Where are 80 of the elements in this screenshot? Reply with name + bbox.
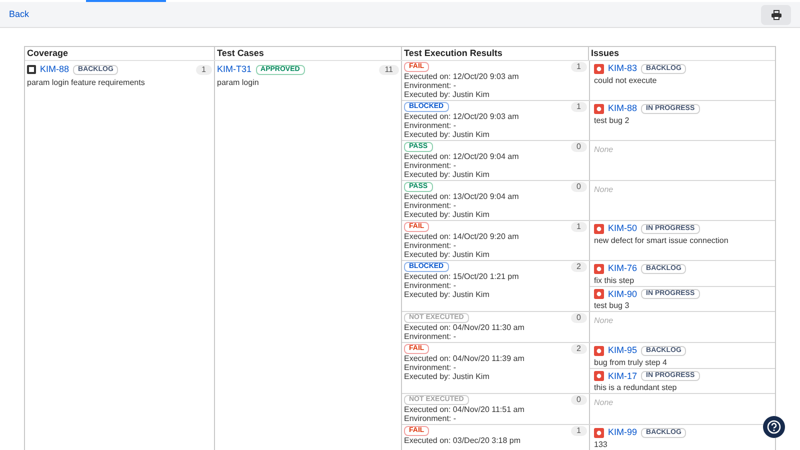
column-header: Issues: [588, 47, 775, 60]
no-issues-text: None: [593, 397, 614, 409]
issue-key-link[interactable]: KIM-50: [608, 222, 638, 236]
execution-detail: Executed on: 12/Oct/20 9:03 am: [404, 72, 520, 81]
bug-icon: [594, 428, 604, 438]
count-badge: 0: [570, 395, 587, 405]
bug-icon: [594, 264, 604, 274]
count-badge: 2: [570, 262, 587, 272]
issue-key-link[interactable]: KIM-88: [608, 102, 638, 116]
print-button[interactable]: [761, 4, 791, 24]
issue-summary: bug from truly step 4: [594, 358, 668, 366]
issue-summary: this is a redundant step: [594, 383, 678, 392]
execution-detail: Executed by: Justin Kim: [404, 290, 490, 299]
execution-detail: Environment: -: [404, 161, 458, 170]
execution-detail: Environment: -: [404, 332, 458, 341]
help-icon: [767, 420, 781, 434]
coverage-summary: param login feature requirements: [27, 76, 146, 88]
bug-icon: [594, 64, 604, 74]
count-badge: 1: [570, 222, 587, 232]
bug-icon: [594, 104, 604, 114]
execution-detail: Executed by: Justin Kim: [404, 90, 490, 99]
test-case-key-link[interactable]: KIM-T31: [217, 63, 252, 76]
count-badge: 2: [570, 344, 587, 354]
issue-summary: could not execute: [594, 76, 658, 84]
execution-detail: Executed on: 14/Oct/20 9:20 am: [404, 232, 520, 241]
count-badge: 1: [570, 102, 587, 112]
issue-summary: 133: [594, 440, 608, 448]
execution-detail: Executed by: Justin Kim: [404, 130, 490, 139]
execution-detail: Environment: -: [404, 81, 458, 90]
issue-key-link[interactable]: KIM-99: [608, 426, 638, 440]
count-badge: 0: [570, 313, 587, 323]
execution-detail: Executed on: 12/Oct/20 9:03 am: [404, 112, 520, 121]
issue-summary: test bug 2: [594, 116, 630, 124]
count-badge: 11: [378, 64, 399, 75]
execution-detail: Executed on: 15/Oct/20 1:21 pm: [404, 272, 520, 281]
requirement-icon: [27, 65, 36, 74]
bug-icon: [594, 371, 604, 382]
issue-key-link[interactable]: KIM-17: [608, 370, 638, 383]
execution-detail: Executed on: 04/Nov/20 11:39 am: [404, 354, 526, 363]
issue-summary: fix this step: [594, 276, 636, 284]
back-link[interactable]: Back: [9, 8, 30, 22]
execution-detail: Executed on: 12/Oct/20 9:04 am: [404, 152, 520, 161]
issue-key-link[interactable]: KIM-88: [40, 63, 70, 76]
count-badge: 1: [570, 426, 587, 436]
execution-detail: Executed on: 03/Dec/20 3:18 pm: [404, 436, 522, 445]
count-badge: 1: [570, 62, 587, 72]
column-header: Test Cases: [214, 47, 401, 60]
no-issues-text: None: [593, 184, 614, 196]
no-issues-text: None: [593, 315, 614, 327]
execution-detail: Executed by: Justin Kim: [404, 170, 490, 179]
issue-key-link[interactable]: KIM-76: [608, 262, 638, 276]
execution-detail: Environment: -: [404, 281, 458, 290]
count-badge: 1: [196, 64, 212, 75]
count-badge: 0: [570, 142, 587, 152]
issue-summary: new defect for smart issue connection: [594, 236, 730, 244]
help-button[interactable]: [763, 416, 785, 438]
execution-detail: Executed by: Justin Kim: [404, 210, 490, 219]
execution-detail: Environment: -: [404, 201, 458, 210]
bug-icon: [594, 289, 604, 300]
execution-detail: Environment: -: [404, 414, 458, 423]
execution-detail: Executed by: Justin Kim: [404, 372, 490, 381]
bug-icon: [594, 224, 604, 234]
count-badge: 0: [570, 182, 587, 192]
execution-detail: Executed by: Justin Kim: [404, 250, 490, 259]
execution-detail: Executed on: 13/Oct/20 9:04 am: [404, 192, 520, 201]
execution-detail: Environment: -: [404, 363, 458, 372]
print-icon: [770, 10, 782, 20]
execution-detail: Executed on: 04/Nov/20 11:30 am: [404, 323, 526, 332]
column-header: Coverage: [26, 47, 70, 60]
bug-icon: [594, 346, 604, 356]
execution-detail: Environment: -: [404, 121, 458, 130]
no-issues-text: None: [593, 144, 614, 156]
issue-key-link[interactable]: KIM-90: [608, 288, 638, 301]
test-case-summary: param login: [217, 76, 260, 88]
execution-detail: Executed on: 04/Nov/20 11:51 am: [404, 405, 526, 414]
issue-summary: test bug 3: [594, 301, 630, 310]
execution-detail: Environment: -: [404, 241, 458, 250]
issue-key-link[interactable]: KIM-95: [608, 344, 638, 358]
column-header: Test Execution Results: [401, 47, 588, 60]
issue-key-link[interactable]: KIM-83: [608, 62, 638, 76]
